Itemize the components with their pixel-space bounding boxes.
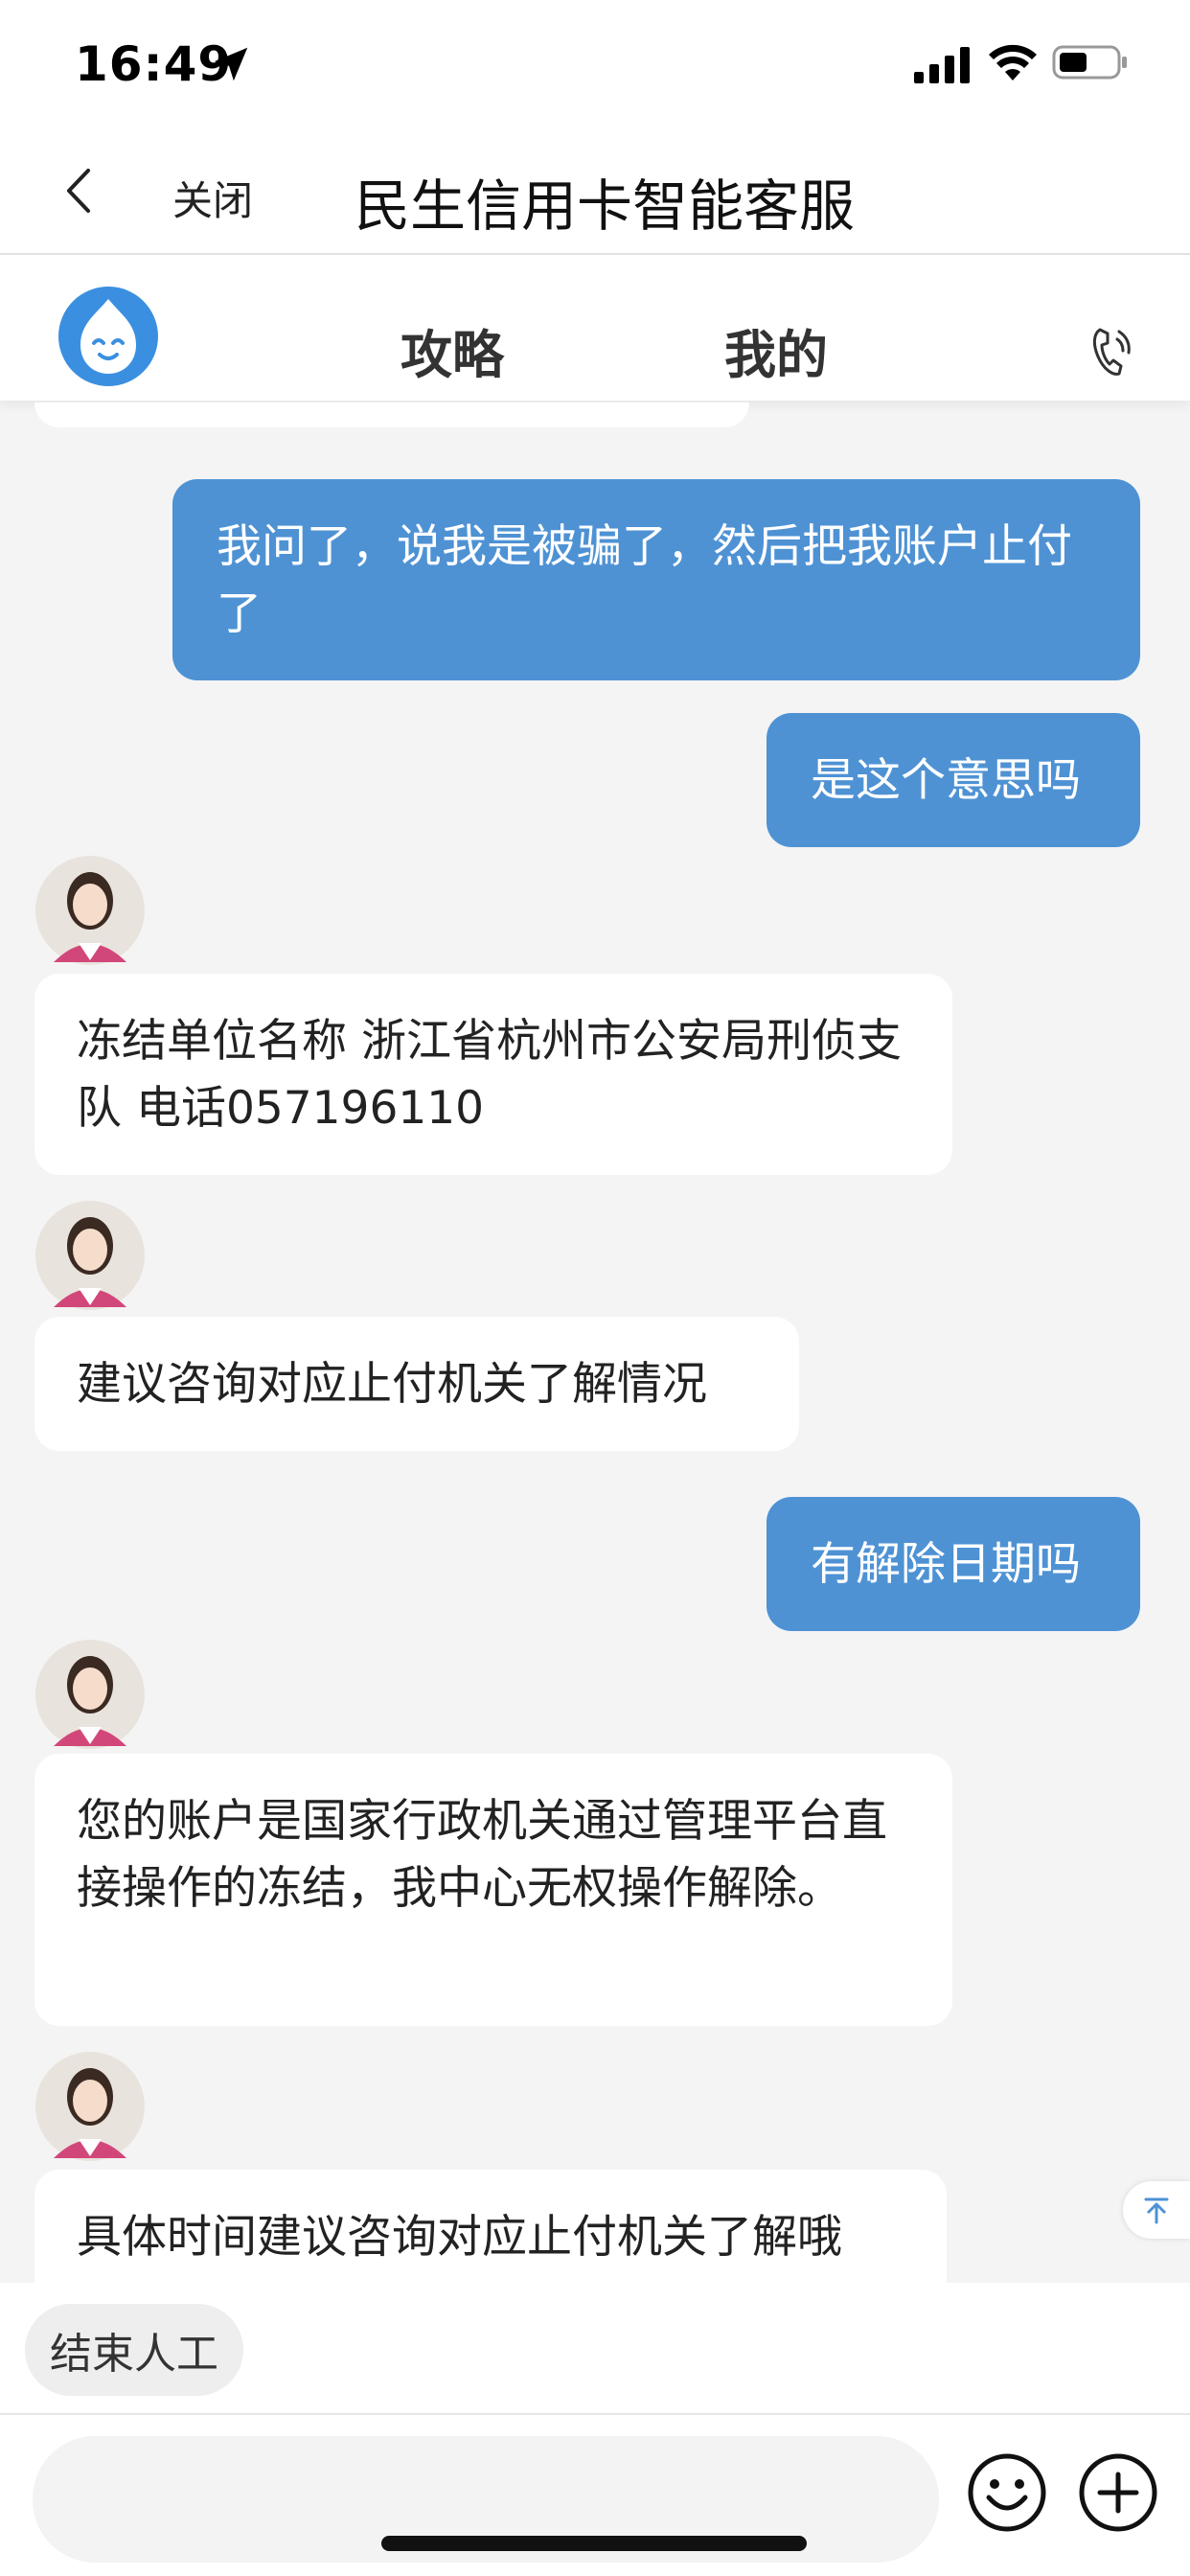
agent-avatar-icon [35,856,145,965]
user-message: 有解除日期吗 [767,1497,1140,1631]
scroll-top-icon [1144,2197,1169,2224]
status-bar: 16:49 [0,0,1190,128]
location-arrow-icon [214,47,248,81]
back-chevron-icon[interactable] [50,157,107,224]
tab-mine[interactable]: 我的 [724,312,828,388]
bottom-input-area: 结束人工 [0,2283,1190,2576]
agent-message: 冻结单位名称 浙江省杭州市公安局刑侦支队 电话057196110 [34,974,952,1175]
divider [0,2413,1190,2415]
signal-icon [914,47,970,83]
bot-avatar-icon[interactable] [57,286,159,387]
tab-bar: 攻略 我的 [0,255,1190,401]
agent-avatar-icon [35,1201,145,1310]
close-button[interactable]: 关闭 [172,169,253,227]
agent-avatar-icon [35,1640,145,1749]
nav-bar: 关闭 民生信用卡智能客服 [0,128,1190,255]
wifi-icon [989,44,1037,80]
user-message: 是这个意思吗 [767,713,1140,847]
user-message: 我问了，说我是被骗了，然后把我账户止付了 [172,479,1140,680]
agent-message: 建议咨询对应止付机关了解情况 [34,1317,799,1451]
partial-agent-bubble [34,402,749,427]
agent-message: 具体时间建议咨询对应止付机关了解哦 [34,2170,947,2283]
chat-area[interactable]: 我问了，说我是被骗了，然后把我账户止付了 是这个意思吗 冻结单位名称 浙江省杭州… [0,402,1190,2283]
agent-avatar-icon [35,2052,145,2161]
page-title: 民生信用卡智能客服 [355,173,856,239]
plus-icon[interactable] [1077,2451,1159,2534]
home-indicator [381,2536,807,2551]
tab-strategy[interactable]: 攻略 [400,312,504,388]
emoji-icon[interactable] [966,2451,1048,2534]
phone-icon[interactable] [1090,322,1133,380]
agent-message: 您的账户是国家行政机关通过管理平台直接操作的冻结，我中心无权操作解除。 [34,1754,952,2026]
scroll-top-button[interactable] [1123,2181,1190,2239]
battery-icon [1052,45,1127,80]
end-human-button[interactable]: 结束人工 [25,2304,243,2396]
